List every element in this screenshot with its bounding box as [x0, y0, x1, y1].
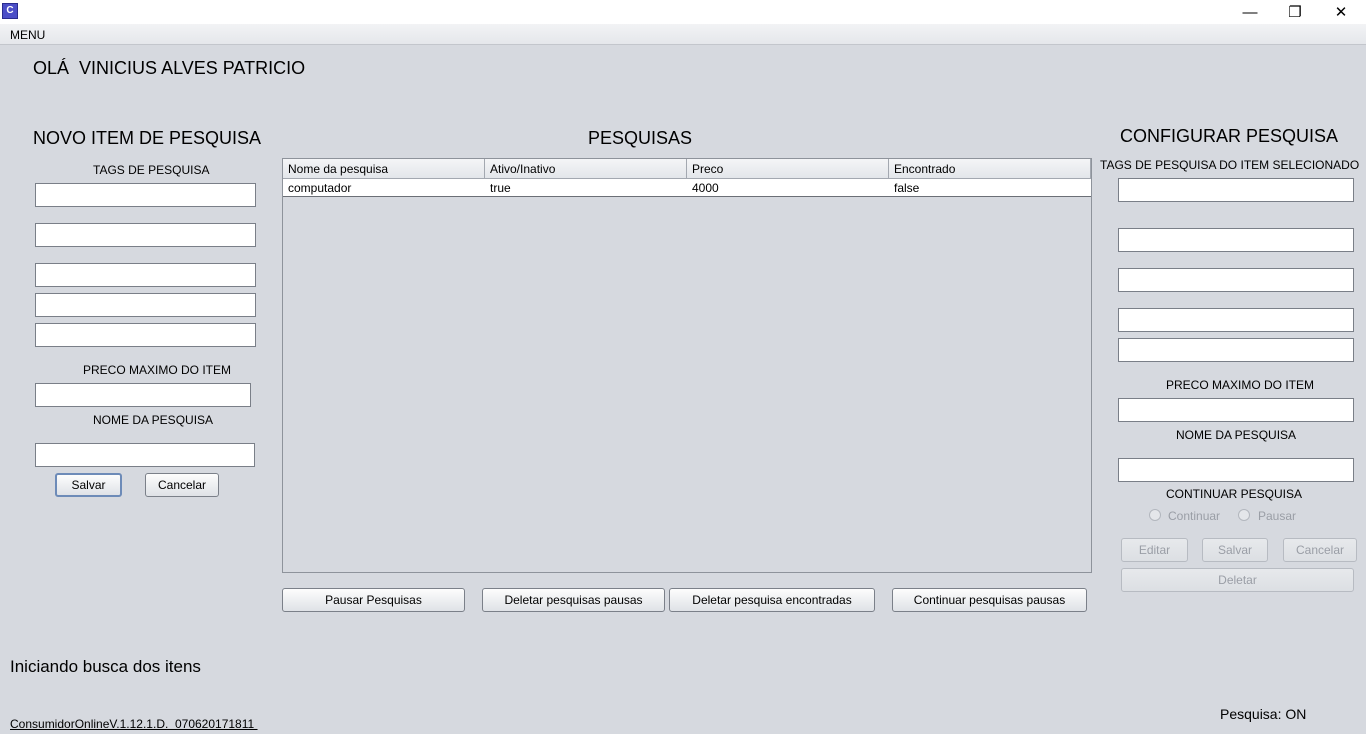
continue-radio-label: Continuar: [1168, 509, 1221, 523]
continue-paused-button[interactable]: Continuar pesquisas pausas: [892, 588, 1087, 612]
configure-title: CONFIGURAR PESQUISA: [1120, 126, 1339, 146]
cell-price: 4000: [692, 181, 719, 195]
pause-radio[interactable]: [1238, 509, 1250, 521]
delete-found-button[interactable]: Deletar pesquisa encontradas: [669, 588, 875, 612]
cell-active: true: [490, 181, 511, 195]
pause-radio-label: Pausar: [1258, 509, 1297, 523]
config-tag-input-5[interactable]: [1118, 338, 1354, 362]
table-row[interactable]: computador true 4000 false: [283, 179, 1091, 197]
selected-tags-label: TAGS DE PESQUISA DO ITEM SELECIONADO: [1100, 158, 1360, 172]
tag-input-3[interactable]: [35, 263, 256, 287]
column-header-found[interactable]: Encontrado: [889, 159, 1091, 179]
cell-name: computador: [288, 181, 352, 195]
tag-input-2[interactable]: [35, 223, 256, 247]
max-price-label: PRECO MAXIMO DO ITEM: [83, 363, 232, 377]
menu-bar: [0, 24, 1366, 45]
tag-input-4[interactable]: [35, 293, 256, 317]
version-link[interactable]: ConsumidorOnlineV.1.12.1.D. 070620171811: [10, 717, 258, 731]
config-search-name-label: NOME DA PESQUISA: [1176, 428, 1297, 442]
tag-input-1[interactable]: [35, 183, 256, 207]
cancel-button[interactable]: Cancelar: [145, 473, 219, 497]
greeting-prefix: OLÁ: [33, 58, 70, 78]
search-name-input[interactable]: [35, 443, 255, 467]
column-header-name[interactable]: Nome da pesquisa: [283, 159, 485, 179]
continue-radio[interactable]: [1149, 509, 1161, 521]
config-search-name-input[interactable]: [1118, 458, 1354, 482]
config-tag-input-3[interactable]: [1118, 268, 1354, 292]
pause-searches-button[interactable]: Pausar Pesquisas: [282, 588, 465, 612]
search-name-label: NOME DA PESQUISA: [93, 413, 214, 427]
config-cancel-button[interactable]: Cancelar: [1283, 538, 1357, 562]
new-item-title: NOVO ITEM DE PESQUISA: [33, 128, 262, 148]
edit-button[interactable]: Editar: [1121, 538, 1188, 562]
user-name: VINICIUS ALVES PATRICIO: [79, 58, 306, 78]
status-message: Iniciando busca dos itens: [10, 657, 201, 676]
menu-button[interactable]: MENU: [10, 28, 45, 42]
restore-icon[interactable]: ❐: [1272, 0, 1318, 24]
title-bar: [0, 0, 1366, 24]
delete-button[interactable]: Deletar: [1121, 568, 1354, 592]
close-icon[interactable]: ✕: [1318, 0, 1364, 24]
cell-found: false: [894, 181, 920, 195]
config-tag-input-4[interactable]: [1118, 308, 1354, 332]
save-button[interactable]: Salvar: [55, 473, 122, 497]
delete-paused-button[interactable]: Deletar pesquisas pausas: [482, 588, 665, 612]
config-max-price-input[interactable]: [1118, 398, 1354, 422]
search-status: Pesquisa: ON: [1220, 706, 1307, 722]
greeting: OLÁ VINICIUS ALVES PATRICIO: [33, 58, 305, 79]
config-max-price-label: PRECO MAXIMO DO ITEM: [1166, 378, 1315, 392]
searches-table: Nome da pesquisa Ativo/Inativo Preco Enc…: [282, 158, 1092, 573]
tag-input-5[interactable]: [35, 323, 256, 347]
app-icon: C: [2, 3, 18, 19]
max-price-input[interactable]: [35, 383, 251, 407]
column-header-price[interactable]: Preco: [687, 159, 889, 179]
continue-search-label: CONTINUAR PESQUISA: [1166, 487, 1303, 501]
minimize-icon[interactable]: —: [1227, 0, 1273, 24]
searches-title: PESQUISAS: [588, 128, 693, 148]
config-save-button[interactable]: Salvar: [1202, 538, 1268, 562]
tags-label: TAGS DE PESQUISA: [93, 163, 210, 177]
config-tag-input-2[interactable]: [1118, 228, 1354, 252]
column-header-active[interactable]: Ativo/Inativo: [485, 159, 687, 179]
config-tag-input-1[interactable]: [1118, 178, 1354, 202]
